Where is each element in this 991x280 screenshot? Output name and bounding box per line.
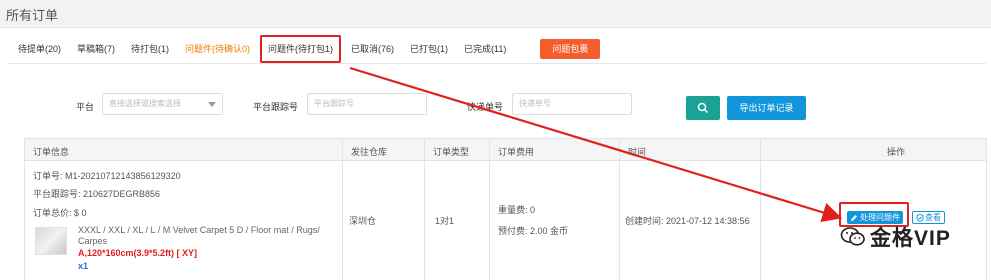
tracking-input-placeholder: 平台跟踪号 [314,99,354,108]
column-divider [342,139,343,280]
created-time: 创建时间: 2021-07-12 14:38:56 [625,216,750,226]
header-order-type: 订单类型 [433,147,470,157]
tab-pending-submit[interactable]: 待提单(20) [10,39,69,59]
order-status-tabs: 待提单(20) 草稿箱(7) 待打包(1) 问题件(待确认0) 问题件(待打包1… [10,35,601,63]
express-input-placeholder: 快递单号 [519,99,551,108]
edit-icon [851,214,857,221]
express-input[interactable]: 快递单号 [512,93,632,115]
column-divider [424,139,425,280]
header-action: 操作 [887,147,906,157]
order-number: 订单号: M1-20210712143856129320 [33,171,181,181]
header-order-fee: 订单费用 [498,147,535,157]
order-type-value: 1对1 [435,216,455,226]
order-total: 订单总价: $ 0 [33,208,87,218]
page-title: 所有订单 [6,8,59,23]
product-spec: A,120*160cm(3.9*5.2ft) [ XY] [78,248,198,258]
platform-select-placeholder: 直接选择或搜索选择 [109,99,181,108]
tab-problem-pending-confirm[interactable]: 问题件(待确认0) [177,39,258,59]
page-header: 所有订单 [0,0,991,28]
product-quantity: x1 [78,261,89,271]
tab-pending-pack[interactable]: 待打包(1) [123,39,177,59]
tab-packed[interactable]: 已打包(1) [402,39,456,59]
tracking-input[interactable]: 平台跟踪号 [307,93,427,115]
warehouse-value: 深圳仓 [349,216,377,226]
column-divider [760,139,761,280]
tab-problem-pending-pack[interactable]: 问题件(待打包1) [260,35,342,63]
tabs-divider [8,63,986,64]
header-order-info: 订单信息 [33,147,70,157]
search-icon [697,102,709,114]
problem-package-button[interactable]: 问题包裹 [540,39,601,59]
orders-table: 订单信息 发往仓库 订单类型 订单费用 时间 操作 订单号: M1-202107… [24,138,987,280]
header-warehouse: 发往仓库 [351,147,388,157]
export-orders-button[interactable]: 导出订单记录 [727,96,806,120]
watermark: 金格VIP [840,222,951,252]
tracking-label: 平台跟踪号 [253,102,299,112]
search-button[interactable] [686,96,720,120]
prepaid-fee: 预付费: 2.00 金币 [498,226,569,236]
header-time: 时间 [628,147,647,157]
wechat-icon [840,227,865,246]
platform-select[interactable]: 直接选择或搜索选择 [102,93,223,115]
product-name: XXXL / XXL / XL / L / M Velvet Carpet 5 … [78,225,320,246]
table-header: 订单信息 发往仓库 订单类型 订单费用 时间 操作 [25,139,986,161]
filter-bar: 平台 直接选择或搜索选择 平台跟踪号 平台跟踪号 快递单号 快递单号 [0,93,991,123]
column-divider [489,139,490,280]
express-label: 快递单号 [467,102,504,112]
chevron-down-icon [208,102,216,107]
platform-label: 平台 [76,102,95,112]
tab-completed[interactable]: 已完成(11) [456,39,514,59]
tab-drafts[interactable]: 草稿箱(7) [69,39,123,59]
platform-tracking-number: 平台跟踪号: 210627DEGRB856 [33,189,161,199]
weight-fee: 重量费: 0 [498,205,536,215]
product-thumbnail [35,227,67,255]
tab-cancelled[interactable]: 已取消(76) [343,39,402,59]
watermark-text: 金格VIP [870,227,951,250]
column-divider [619,139,620,280]
shield-check-icon [916,213,924,222]
